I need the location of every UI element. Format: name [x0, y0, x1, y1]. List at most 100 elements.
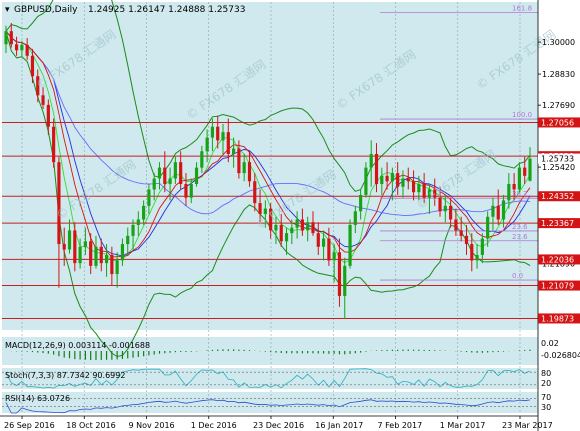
candle-body [512, 184, 516, 190]
candle-body [232, 148, 236, 154]
candle-body [136, 219, 140, 225]
candle-body [253, 181, 257, 204]
candle-body [396, 173, 400, 187]
candle-body [491, 205, 495, 217]
candle-body [316, 233, 320, 247]
candle-body [470, 244, 474, 261]
candle-body [306, 222, 310, 231]
candle-body [359, 194, 363, 212]
macd-label: MACD(12,26,9) 0.003114 -0.001688 [5, 341, 150, 350]
sr-price-tag-label: 1.22036 [541, 255, 574, 264]
candle-body [62, 244, 66, 250]
candle-body [189, 184, 193, 198]
price-tick-label: 1.30000 [542, 38, 575, 47]
sr-price-tag-label: 1.23367 [541, 219, 574, 228]
candle-body [52, 126, 56, 163]
symbol-label: GBPUSD,Daily [14, 5, 78, 15]
candle-body [57, 162, 61, 245]
stoch-axis-top: 80 [541, 369, 551, 378]
candle-body [443, 205, 447, 212]
candle-body [279, 224, 283, 242]
candle-body [99, 246, 103, 264]
candle-body [73, 230, 77, 264]
candle-body [486, 216, 490, 239]
candle-body [390, 173, 394, 182]
candle-body [343, 265, 347, 296]
time-tick-label: 18 Oct 2016 [66, 421, 115, 430]
candle-body [353, 211, 357, 225]
candle-body [216, 126, 220, 141]
candle-body [41, 95, 45, 105]
candle-body [332, 252, 336, 261]
candle-body [247, 162, 252, 182]
candle-body [104, 254, 109, 264]
candle-body [152, 178, 156, 190]
candle-body [295, 219, 299, 228]
candle-body [210, 126, 215, 138]
candle-body [120, 244, 125, 261]
candle-body [157, 167, 162, 179]
candle-body [46, 104, 50, 127]
time-tick-label: 9 Nov 2016 [129, 421, 175, 430]
candle-body [459, 230, 463, 236]
trading-chart: 161.8100.038.223.623.60.0 © FX678 汇通网 © F… [0, 0, 580, 431]
stoch-label: Stoch(7,3,3) 87.7342 90.6992 [5, 371, 125, 380]
candle-body [449, 205, 453, 220]
macd-axis-top: 0.02 [541, 339, 559, 348]
candle-body [385, 175, 389, 182]
candle-body [126, 235, 130, 245]
chart-collapse-icon[interactable]: ▾ [5, 5, 10, 15]
sr-price-tag-label: 1.27056 [541, 118, 574, 127]
candle-body [528, 158, 532, 181]
candle-body [374, 153, 379, 185]
candle-body [327, 238, 331, 261]
fib-level-label: 100.0 [512, 111, 532, 119]
candle-body [221, 132, 225, 141]
time-tick-label: 16 Jan 2017 [315, 421, 363, 430]
candle-body [417, 184, 421, 193]
rsi-label: RSI(14) 63.0726 [5, 394, 70, 403]
sr-price-tag-label: 1.21079 [541, 282, 574, 291]
rsi-axis-top: 70 [541, 393, 551, 402]
candle-body [30, 55, 35, 77]
candle-body [480, 238, 484, 255]
candle-body [173, 162, 177, 179]
time-tick-label: 26 Sep 2016 [4, 421, 55, 430]
time-tick-label: 1 Dec 2016 [191, 421, 237, 430]
candle-body [179, 162, 183, 185]
candle-body [184, 184, 188, 198]
candle-body [110, 254, 114, 275]
candle-body [4, 31, 8, 45]
candle-body [194, 167, 199, 185]
current-price-label: 1.25733 [541, 155, 574, 164]
candle-body [147, 189, 151, 206]
stoch-axis-bottom: 20 [541, 379, 551, 388]
candle-body [401, 178, 405, 187]
candle-body [78, 246, 82, 264]
candle-body [501, 200, 506, 220]
candle-body [83, 241, 87, 247]
price-tick-label: 1.27690 [542, 101, 575, 110]
candle-body [25, 44, 29, 56]
candle-body [200, 151, 204, 168]
candle-body [380, 175, 384, 185]
candle-body [464, 235, 469, 245]
time-tick-label: 7 Feb 2017 [378, 421, 423, 430]
macd-axis-bottom: -0.026804 [541, 351, 580, 360]
time-tick-label: 23 Mar 2017 [502, 421, 553, 430]
candle-body [89, 241, 93, 266]
fib-level-label: 23.6 [512, 233, 528, 241]
price-tick-label: 1.28830 [542, 70, 575, 79]
candle-body [523, 167, 527, 176]
candle-body [311, 222, 315, 234]
candle-body [507, 184, 511, 201]
candle-body [9, 31, 13, 45]
candle-body [411, 181, 416, 193]
candle-body [142, 205, 146, 220]
candle-body [369, 153, 373, 168]
fib-level-label: 0.0 [512, 272, 523, 280]
fib-level-label: 161.8 [512, 5, 532, 13]
candle-body [226, 132, 230, 154]
rsi-axis-bottom: 30 [541, 403, 551, 412]
candle-body [348, 224, 352, 266]
